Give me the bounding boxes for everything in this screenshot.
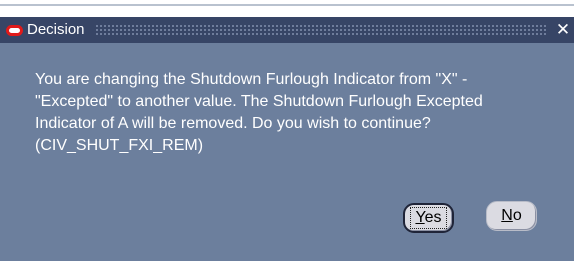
yes-mnemonic: Y (415, 209, 425, 226)
dialog-body: You are changing the Shutdown Furlough I… (0, 43, 574, 261)
dialog-message: You are changing the Shutdown Furlough I… (35, 71, 483, 154)
dialog-title: Decision (27, 21, 85, 38)
no-label-rest: o (512, 207, 522, 224)
close-icon[interactable]: ✕ (554, 17, 572, 43)
no-button[interactable]: No (486, 201, 537, 231)
window-top-strip (0, 0, 574, 17)
decision-dialog: Decision ✕ You are changing the Shutdown… (0, 0, 574, 261)
no-mnemonic: N (501, 207, 513, 224)
yes-label-rest: es (424, 209, 442, 226)
no-button-label: No (501, 207, 521, 224)
yes-button[interactable]: Yes (403, 203, 454, 233)
oracle-o-icon (6, 24, 23, 36)
title-bar-grip (94, 24, 546, 36)
title-bar[interactable]: Decision ✕ (0, 17, 574, 43)
yes-button-label: Yes (410, 207, 447, 229)
